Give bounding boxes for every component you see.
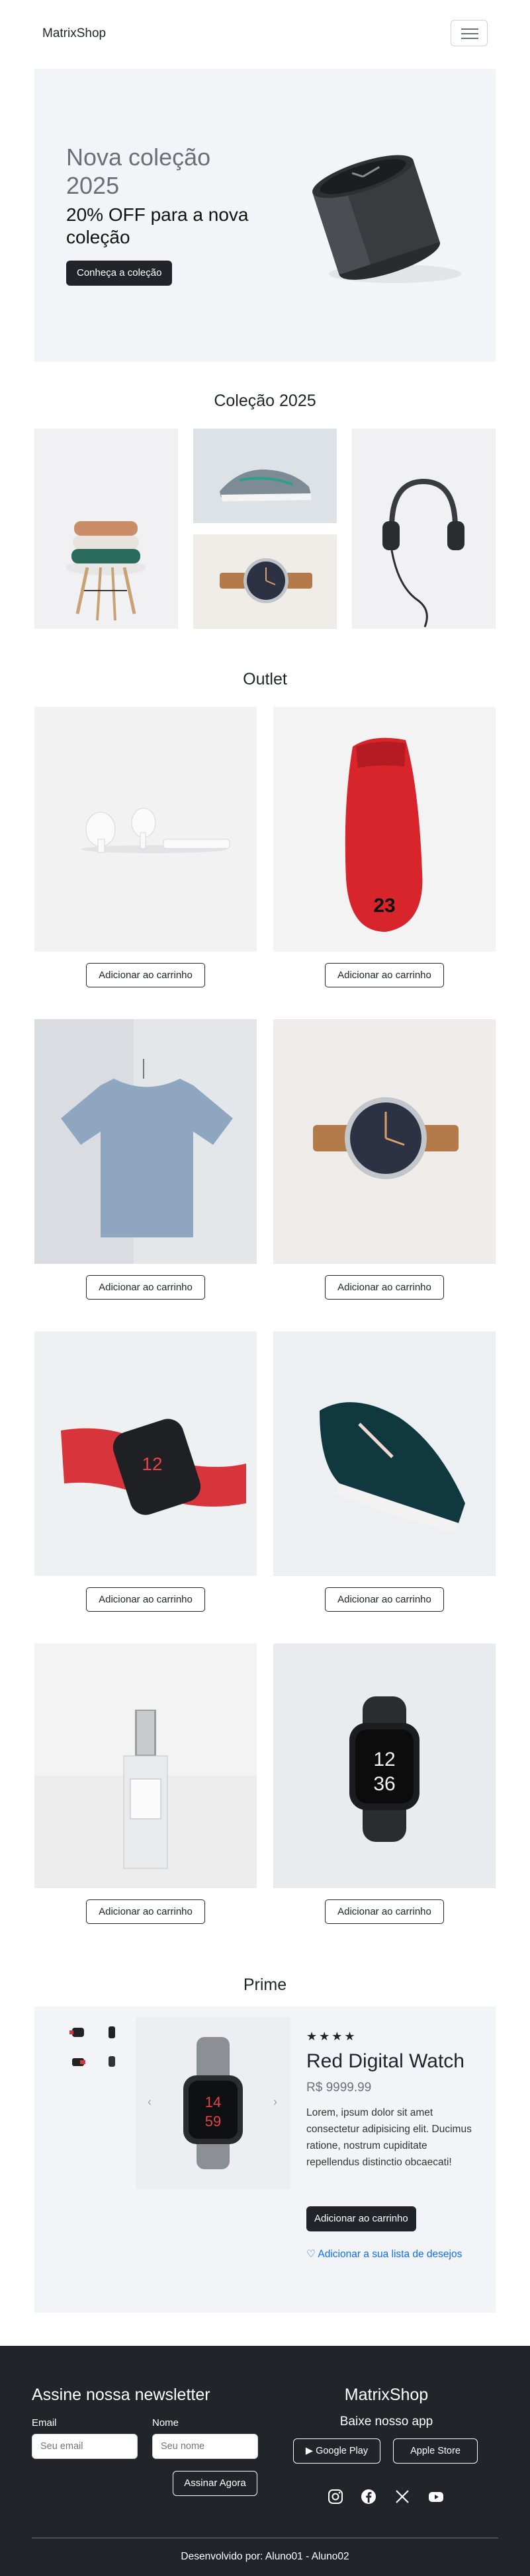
google-play-icon: ▶ [305,2446,316,2456]
wristwatch-image [273,1019,496,1264]
prime-product-image: 14 59 ‹ › [136,2017,290,2189]
apple-store-button[interactable]: Apple Store [393,2438,478,2464]
hero-cta-button[interactable]: Conheça a coleção [66,261,173,286]
hero-banner: Nova coleção 2025 20% OFF para a nova co… [34,69,496,362]
x-twitter-icon[interactable] [394,2488,411,2505]
google-play-button[interactable]: ▶ Google Play [293,2438,380,2464]
sneaker-image [193,429,337,523]
prime-title: Prime [243,1975,287,1994]
product-price: R$ 9999.99 [306,2081,372,2095]
outlet-title: Outlet [243,670,287,688]
add-to-cart-button[interactable]: Adicionar ao carrinho [325,1587,444,1612]
hero-subtitle: 20% OFF para a nova coleção [66,204,249,247]
hero-title: Nova coleção 2025 [66,144,211,199]
footer: Assine nossa newsletter Email Seu email … [0,2346,530,2576]
rating-stars: ★★★★ [306,2030,357,2043]
add-to-cart-button[interactable]: Adicionar ao carrinho [86,1899,205,1924]
add-to-cart-button[interactable]: Adicionar ao carrinho [325,1275,444,1300]
navbar-brand[interactable]: MatrixShop [42,26,106,41]
airpods-image [34,707,257,952]
product-name: Red Digital Watch [306,2050,464,2072]
thumbnail-red-watch-side[interactable] [67,2050,89,2073]
name-label: Nome [152,2417,179,2429]
collection-title: Coleção 2025 [214,392,316,410]
instagram-icon[interactable] [327,2488,344,2505]
hamburger-menu-icon [461,28,478,30]
navbar-toggle-button[interactable] [451,20,488,46]
newsletter-title: Assine nossa newsletter [32,2386,210,2404]
perfume-bottle-image [34,1643,257,1888]
carousel-next-icon: › [273,2095,277,2108]
add-to-cart-button[interactable]: Adicionar ao carrinho [86,963,205,987]
email-label: Email [32,2417,57,2429]
headphones-image [352,429,496,629]
app-download-title: Baixe nosso app [339,2415,433,2429]
prime-add-to-cart-button[interactable]: Adicionar ao carrinho [306,2206,416,2231]
black-smartwatch-image: 12 36 [273,1643,496,1888]
apple-store-label: Apple Store [410,2446,461,2456]
name-field[interactable]: Seu nome [152,2434,258,2459]
teal-sneaker-image [273,1331,496,1576]
footer-credits: Desenvolvido por: Aluno01 - Aluno02 [181,2551,349,2562]
red-smartwatch-image: 12 [34,1331,257,1576]
youtube-icon[interactable] [427,2488,445,2505]
subscribe-button[interactable]: Assinar Agora [173,2471,257,2496]
facebook-icon[interactable] [360,2488,377,2505]
heart-icon: ♡ [306,2249,318,2260]
svg-text:36: 36 [373,1773,395,1795]
add-to-cart-button[interactable]: Adicionar ao carrinho [86,1587,205,1612]
thumbnail-black-watch[interactable] [101,2021,123,2044]
prime-product-panel: 14 59 ‹ › ★★★★ Red Digital Watch R$ 9999… [34,2007,496,2313]
wristwatch-image [193,534,337,629]
folded-sweaters-image [34,429,178,629]
svg-text:12: 12 [373,1749,395,1770]
wishlist-link[interactable]: ♡ Adicionar a sua lista de desejos [306,2246,465,2263]
footer-brand: MatrixShop [344,2386,429,2404]
wishlist-link-label: Adicionar a sua lista de desejos [318,2249,463,2260]
carousel-prev-icon: ‹ [148,2095,152,2108]
navbar: MatrixShop [0,0,530,66]
add-to-cart-button[interactable]: Adicionar ao carrinho [325,963,444,987]
thumbnail-gray-watch[interactable] [101,2050,123,2073]
svg-text:12: 12 [142,1454,162,1474]
tshirt-image [34,1019,257,1264]
svg-text:59: 59 [205,2113,221,2130]
product-description: Lorem, ipsum dolor sit amet consectetur … [306,2107,472,2168]
svg-text:23: 23 [373,895,395,917]
table-clock-image [312,155,461,283]
add-to-cart-button[interactable]: Adicionar ao carrinho [325,1899,444,1924]
thumbnail-red-watch[interactable] [67,2021,89,2044]
add-to-cart-button[interactable]: Adicionar ao carrinho [86,1275,205,1300]
email-field[interactable]: Seu email [32,2434,138,2459]
svg-text:14: 14 [205,2094,221,2110]
google-play-label: Google Play [316,2446,369,2456]
red-sneaker-image: 23 [273,707,496,952]
